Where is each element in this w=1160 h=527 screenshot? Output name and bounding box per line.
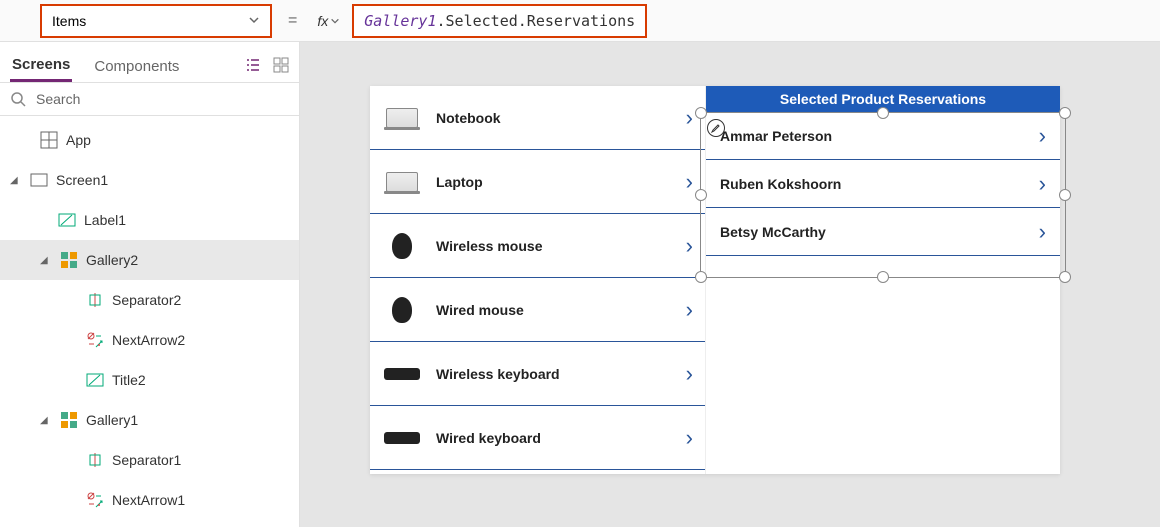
caret-icon: ◢ [40,255,52,266]
chevron-right-icon[interactable]: › [1039,219,1046,245]
caret-icon: ◢ [40,415,52,426]
tree-panel: Screens Components Search App [0,42,300,527]
tree-item-nextarrow2[interactable]: NextArrow2 [0,320,299,360]
chevron-right-icon[interactable]: › [1039,171,1046,197]
gallery1-item[interactable]: Wireless mouse › [370,214,705,278]
chevron-down-icon [248,13,260,29]
gallery-icon [58,249,80,271]
separator-icon [84,289,106,311]
tree-item-label1[interactable]: Label1 [0,200,299,240]
formula-identifier: Gallery1 [364,12,436,30]
product-thumb [382,296,422,324]
product-label: Wireless keyboard [436,366,672,382]
tree-item-separator1[interactable]: Separator1 [0,440,299,480]
gallery2[interactable]: Ammar Peterson › Ruben Kokshoorn › Betsy… [706,112,1060,256]
gallery1-item[interactable]: Wireless keyboard › [370,342,705,406]
product-thumb [382,424,422,452]
app-canvas: Notebook › Laptop › Wireless mouse › Wir… [370,86,1060,474]
tab-screens[interactable]: Screens [10,50,72,82]
tree-item-title2[interactable]: Title2 [0,360,299,400]
reservation-label: Ammar Peterson [720,128,1027,144]
resize-handle[interactable] [1059,107,1071,119]
property-name: Items [52,13,86,29]
label-icon [56,209,78,231]
product-label: Laptop [436,174,672,190]
gallery1-item[interactable]: Wired keyboard › [370,406,705,470]
gallery2-item[interactable]: Betsy McCarthy › [706,208,1060,256]
product-label: Notebook [436,110,672,126]
resize-handle[interactable] [877,271,889,283]
tree-item-gallery1[interactable]: ◢ Gallery1 [0,400,299,440]
property-selector[interactable]: Items [40,4,272,38]
product-thumb [382,360,422,388]
gallery1-item[interactable]: Notebook › [370,86,705,150]
chevron-right-icon[interactable]: › [686,361,693,387]
gallery-icon [58,409,80,431]
product-thumb [382,168,422,196]
tree-body: App ◢ Screen1 Label1 ◢ Galle [0,116,299,527]
tree-tabs: Screens Components [0,42,299,83]
product-label: Wired keyboard [436,430,672,446]
separator-icon [84,449,106,471]
product-label: Wired mouse [436,302,672,318]
product-label: Wireless mouse [436,238,672,254]
gallery2-wrap: Selected Product Reservations Ammar Pete… [706,86,1060,474]
gallery2-header: Selected Product Reservations [706,86,1060,112]
formula-rest: .Selected.Reservations [436,12,635,30]
nextarrow-icon [84,489,106,511]
tree-item-app[interactable]: App [0,120,299,160]
chevron-right-icon[interactable]: › [686,233,693,259]
tree-item-gallery2[interactable]: ◢ Gallery2 [0,240,299,280]
formula-bar: Items = fx Gallery1.Selected.Reservation… [0,0,1160,42]
chevron-right-icon[interactable]: › [1039,123,1046,149]
app-icon [38,129,60,151]
resize-handle[interactable] [1059,271,1071,283]
canvas-area[interactable]: Notebook › Laptop › Wireless mouse › Wir… [300,42,1160,527]
list-view-icon[interactable] [245,57,261,76]
chevron-right-icon[interactable]: › [686,105,693,131]
gallery1-item[interactable]: Wired mouse › [370,278,705,342]
label-icon [84,369,106,391]
chevron-right-icon[interactable]: › [686,425,693,451]
tree-item-separator2[interactable]: Separator2 [0,280,299,320]
screen-icon [28,169,50,191]
equals-sign: = [288,12,297,30]
search-icon [10,91,26,107]
gallery2-item[interactable]: Ruben Kokshoorn › [706,160,1060,208]
product-thumb [382,104,422,132]
reservation-label: Betsy McCarthy [720,224,1027,240]
chevron-right-icon[interactable]: › [686,297,693,323]
fx-label[interactable]: fx [313,13,344,29]
tree-item-screen1[interactable]: ◢ Screen1 [0,160,299,200]
resize-handle[interactable] [1059,189,1071,201]
grid-view-icon[interactable] [273,57,289,76]
formula-input[interactable]: Gallery1.Selected.Reservations [352,4,1150,38]
nextarrow-icon [84,329,106,351]
tab-components[interactable]: Components [92,52,181,81]
tree-item-nextarrow1[interactable]: NextArrow1 [0,480,299,520]
gallery2-item[interactable]: Ammar Peterson › [706,112,1060,160]
tree-search[interactable]: Search [0,83,299,116]
chevron-right-icon[interactable]: › [686,169,693,195]
search-placeholder: Search [36,91,80,107]
reservation-label: Ruben Kokshoorn [720,176,1027,192]
product-thumb [382,232,422,260]
caret-icon: ◢ [10,175,22,186]
chevron-down-icon [330,16,340,26]
gallery1[interactable]: Notebook › Laptop › Wireless mouse › Wir… [370,86,706,474]
gallery1-item[interactable]: Laptop › [370,150,705,214]
